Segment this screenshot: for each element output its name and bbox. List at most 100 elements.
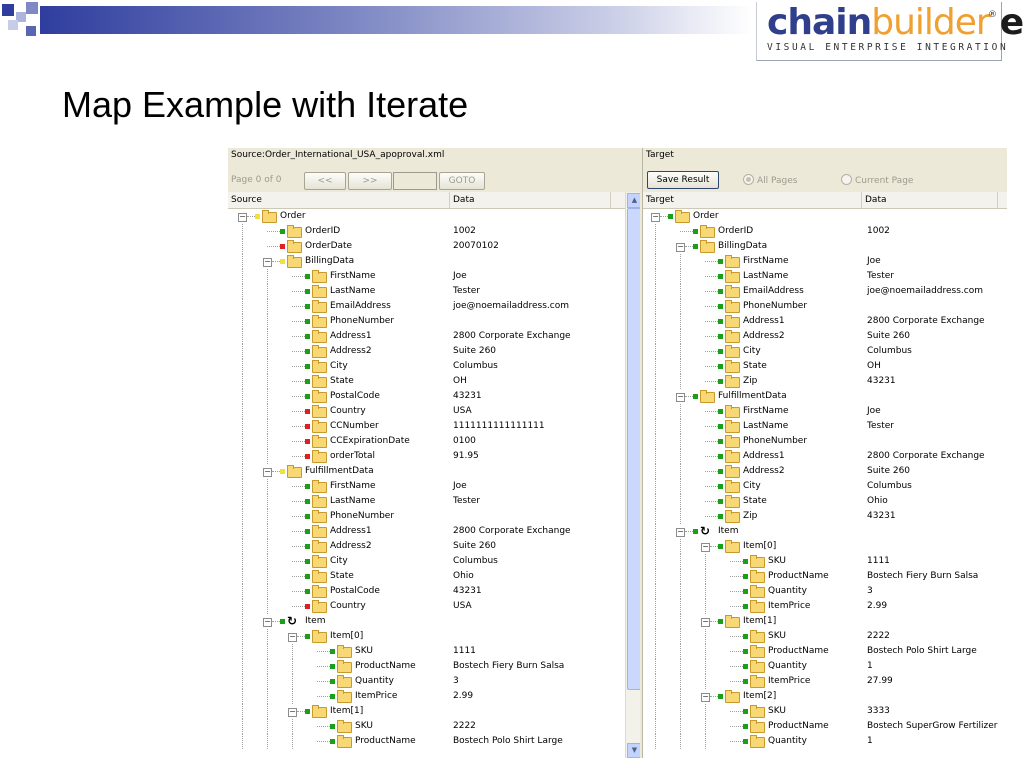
tree-row[interactable]: Address2 Suite 260 bbox=[228, 539, 640, 554]
save-result-button[interactable]: Save Result bbox=[647, 171, 719, 189]
tree-row[interactable]: Address2 Suite 260 bbox=[643, 329, 1007, 344]
page-number-input[interactable] bbox=[393, 172, 437, 190]
collapse-toggle-icon[interactable]: − bbox=[263, 468, 272, 477]
tree-row[interactable]: CCExpirationDate 0100 bbox=[228, 434, 640, 449]
tree-row[interactable]: PhoneNumber bbox=[643, 299, 1007, 314]
tree-row[interactable]: LastName Tester bbox=[643, 269, 1007, 284]
collapse-toggle-icon[interactable]: − bbox=[263, 258, 272, 267]
tree-row[interactable]: FirstName Joe bbox=[643, 254, 1007, 269]
tree-row[interactable]: Quantity 3 bbox=[643, 584, 1007, 599]
tree-row[interactable]: City Columbus bbox=[643, 479, 1007, 494]
tree-row[interactable]: OrderDate 20070102 bbox=[228, 239, 640, 254]
tree-row[interactable]: OrderID 1002 bbox=[228, 224, 640, 239]
tree-row[interactable]: Country USA bbox=[228, 599, 640, 614]
tree-row[interactable]: State OH bbox=[643, 359, 1007, 374]
tree-row[interactable]: − ↻ Item bbox=[228, 614, 640, 629]
tree-row[interactable]: − Item[1] bbox=[228, 704, 640, 719]
tree-row[interactable]: City Columbus bbox=[228, 554, 640, 569]
target-data-column-title[interactable]: Data bbox=[862, 192, 998, 208]
tree-row[interactable]: Address2 Suite 260 bbox=[228, 344, 640, 359]
tree-row[interactable]: Address1 2800 Corporate Exchange bbox=[228, 329, 640, 344]
tree-row[interactable]: Quantity 1 bbox=[643, 734, 1007, 749]
tree-row[interactable]: LastName Tester bbox=[228, 284, 640, 299]
tree-row[interactable]: EmailAddress joe@noemailaddress.com bbox=[228, 299, 640, 314]
tree-row[interactable]: City Columbus bbox=[228, 359, 640, 374]
tree-row[interactable]: State Ohio bbox=[643, 494, 1007, 509]
tree-row[interactable]: SKU 2222 bbox=[228, 719, 640, 734]
tree-row[interactable]: − BillingData bbox=[228, 254, 640, 269]
tree-row[interactable]: Address2 Suite 260 bbox=[643, 464, 1007, 479]
scrollbar-thumb[interactable] bbox=[627, 208, 640, 690]
tree-row[interactable]: PostalCode 43231 bbox=[228, 389, 640, 404]
tree-row[interactable]: Country USA bbox=[228, 404, 640, 419]
tree-row[interactable]: SKU 3333 bbox=[643, 704, 1007, 719]
tree-row[interactable]: SKU 1111 bbox=[228, 644, 640, 659]
tree-row[interactable]: LastName Tester bbox=[643, 419, 1007, 434]
tree-row[interactable]: SKU 1111 bbox=[643, 554, 1007, 569]
tree-row[interactable]: − FulfillmentData bbox=[643, 389, 1007, 404]
tree-row[interactable]: FirstName Joe bbox=[643, 404, 1007, 419]
tree-row[interactable]: − Order bbox=[228, 209, 640, 224]
tree-row[interactable]: ProductName Bostech Polo Shirt Large bbox=[228, 734, 640, 749]
tree-row[interactable]: State OH bbox=[228, 374, 640, 389]
tree-row[interactable]: − FulfillmentData bbox=[228, 464, 640, 479]
collapse-toggle-icon[interactable]: − bbox=[263, 618, 272, 627]
tree-row[interactable]: − Item[2] bbox=[643, 689, 1007, 704]
tree-row[interactable]: − Item[0] bbox=[228, 629, 640, 644]
tree-row[interactable]: City Columbus bbox=[643, 344, 1007, 359]
tree-row[interactable]: PostalCode 43231 bbox=[228, 584, 640, 599]
tree-row[interactable]: orderTotal 91.95 bbox=[228, 449, 640, 464]
all-pages-radio[interactable]: All Pages bbox=[743, 174, 798, 186]
collapse-toggle-icon[interactable]: − bbox=[701, 693, 710, 702]
target-column-title[interactable]: Target bbox=[643, 192, 862, 208]
tree-row[interactable]: Quantity 3 bbox=[228, 674, 640, 689]
tree-row[interactable]: Address1 2800 Corporate Exchange bbox=[228, 524, 640, 539]
tree-row[interactable]: − ↻ Item bbox=[643, 524, 1007, 539]
tree-row[interactable]: Zip 43231 bbox=[643, 374, 1007, 389]
tree-row[interactable]: LastName Tester bbox=[228, 494, 640, 509]
prev-page-button[interactable]: << bbox=[304, 172, 346, 190]
tree-row[interactable]: − Order bbox=[643, 209, 1007, 224]
collapse-toggle-icon[interactable]: − bbox=[701, 618, 710, 627]
tree-row[interactable]: − Item[0] bbox=[643, 539, 1007, 554]
source-data-column-title[interactable]: Data bbox=[450, 192, 611, 208]
tree-row[interactable]: FirstName Joe bbox=[228, 269, 640, 284]
tree-row[interactable]: Address1 2800 Corporate Exchange bbox=[643, 449, 1007, 464]
tree-row[interactable]: Address1 2800 Corporate Exchange bbox=[643, 314, 1007, 329]
tree-row[interactable]: − Item[1] bbox=[643, 614, 1007, 629]
tree-row[interactable]: ProductName Bostech Fiery Burn Salsa bbox=[228, 659, 640, 674]
collapse-toggle-icon[interactable]: − bbox=[676, 528, 685, 537]
collapse-toggle-icon[interactable]: − bbox=[676, 243, 685, 252]
tree-row[interactable]: ItemPrice 2.99 bbox=[228, 689, 640, 704]
tree-row[interactable]: PhoneNumber bbox=[228, 509, 640, 524]
tree-row[interactable]: − BillingData bbox=[643, 239, 1007, 254]
scroll-down-arrow-icon[interactable]: ▼ bbox=[627, 743, 640, 758]
tree-row[interactable]: PhoneNumber bbox=[228, 314, 640, 329]
collapse-toggle-icon[interactable]: − bbox=[651, 213, 660, 222]
collapse-toggle-icon[interactable]: − bbox=[701, 543, 710, 552]
tree-row[interactable]: Quantity 1 bbox=[643, 659, 1007, 674]
tree-row[interactable]: EmailAddress joe@noemailaddress.com bbox=[643, 284, 1007, 299]
collapse-toggle-icon[interactable]: − bbox=[238, 213, 247, 222]
tree-row[interactable]: SKU 2222 bbox=[643, 629, 1007, 644]
tree-row[interactable]: CCNumber 1111111111111111 bbox=[228, 419, 640, 434]
collapse-toggle-icon[interactable]: − bbox=[676, 393, 685, 402]
tree-row[interactable]: Zip 43231 bbox=[643, 509, 1007, 524]
tree-row[interactable]: ItemPrice 2.99 bbox=[643, 599, 1007, 614]
source-column-title[interactable]: Source bbox=[228, 192, 450, 208]
tree-row[interactable]: ItemPrice 27.99 bbox=[643, 674, 1007, 689]
tree-row[interactable]: ProductName Bostech SuperGrow Fertilizer bbox=[643, 719, 1007, 734]
goto-button[interactable]: GOTO bbox=[439, 172, 485, 190]
tree-row[interactable]: PhoneNumber bbox=[643, 434, 1007, 449]
scroll-up-arrow-icon[interactable]: ▲ bbox=[627, 193, 640, 208]
tree-row[interactable]: ProductName Bostech Fiery Burn Salsa bbox=[643, 569, 1007, 584]
tree-row[interactable]: State Ohio bbox=[228, 569, 640, 584]
collapse-toggle-icon[interactable]: − bbox=[288, 708, 297, 717]
next-page-button[interactable]: >> bbox=[348, 172, 392, 190]
tree-row[interactable]: OrderID 1002 bbox=[643, 224, 1007, 239]
tree-row[interactable]: FirstName Joe bbox=[228, 479, 640, 494]
source-scrollbar[interactable]: ▲ ▼ bbox=[625, 192, 640, 758]
tree-row[interactable]: ProductName Bostech Polo Shirt Large bbox=[643, 644, 1007, 659]
collapse-toggle-icon[interactable]: − bbox=[288, 633, 297, 642]
current-page-radio[interactable]: Current Page bbox=[841, 174, 913, 186]
